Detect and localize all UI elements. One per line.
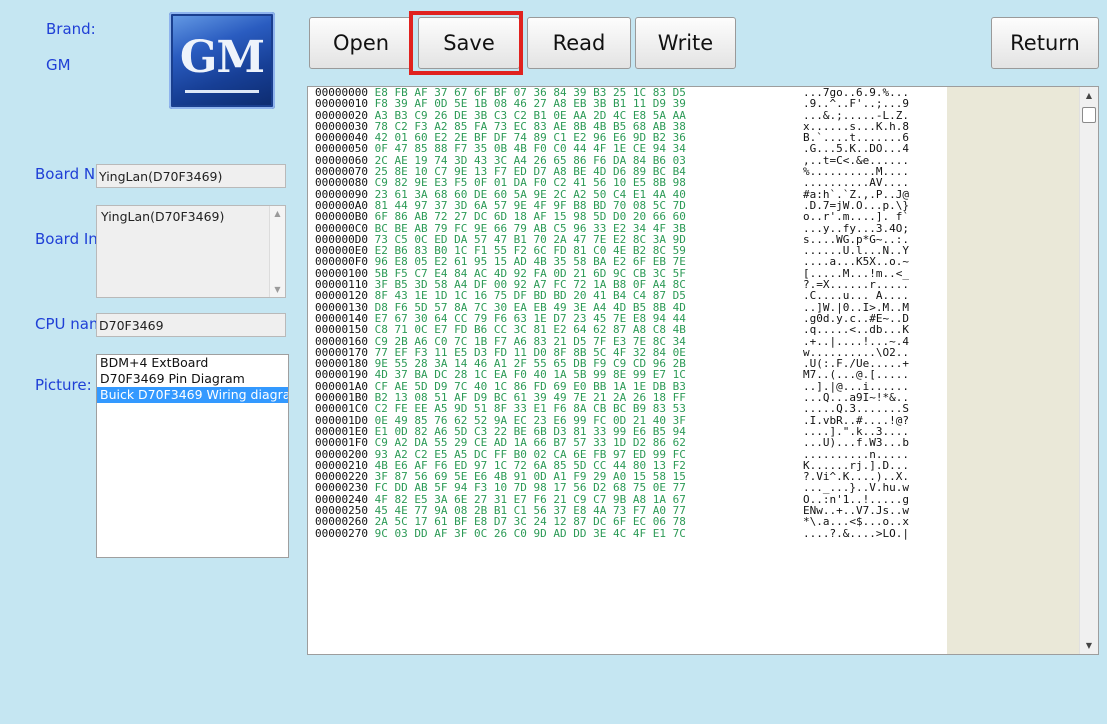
scroll-down-icon[interactable]: ▼ xyxy=(270,285,285,294)
write-button[interactable]: Write xyxy=(635,17,736,69)
ascii-column[interactable]: ...7go..6.9.%... .9..^..F'..;...9 ...&.;..… xyxy=(801,87,947,654)
scroll-up-icon[interactable]: ▲ xyxy=(270,209,285,218)
cpu-name-label: CPU nam xyxy=(35,315,104,333)
scroll-down-icon[interactable]: ▼ xyxy=(1080,641,1098,650)
board-info-memo[interactable]: YingLan(D70F3469) ▲ ▼ xyxy=(96,205,286,298)
brand-label: Brand: xyxy=(46,20,96,38)
return-button[interactable]: Return xyxy=(991,17,1099,69)
ascii-row: ..........AV.... xyxy=(803,176,909,190)
logo-underline xyxy=(185,90,259,93)
open-button[interactable]: Open xyxy=(309,17,413,69)
brand-value: GM xyxy=(46,56,71,74)
hex-viewer[interactable]: 00000000 E8 FB AF 37 67 6F BF 07 36 84 3… xyxy=(307,86,1099,655)
board-name-field[interactable]: YingLan(D70F3469) xyxy=(96,164,286,188)
board-info-text: YingLan(D70F3469) xyxy=(101,209,225,224)
picture-list-item-selected[interactable]: Buick D70F3469 Wiring diagran xyxy=(97,387,288,403)
ascii-row: o..r'.m....]. f` xyxy=(803,210,909,224)
hex-address: 00000270 xyxy=(315,526,368,540)
ascii-row: .q.....<..db...K xyxy=(803,323,909,337)
board-info-label: Board In xyxy=(35,230,98,248)
hex-scrollbar[interactable]: ▲ ▼ xyxy=(1079,87,1098,654)
ascii-row: *\.a...<$...o..x xyxy=(803,515,909,529)
ascii-row: ...U)...f.W3...b xyxy=(803,436,909,450)
picture-list-item[interactable]: BDM+4 ExtBoard xyxy=(97,355,288,371)
picture-label: Picture: xyxy=(35,376,92,394)
board-name-label: Board N xyxy=(35,165,96,183)
board-info-scrollbar[interactable]: ▲ ▼ xyxy=(269,206,285,297)
read-button[interactable]: Read xyxy=(527,17,631,69)
ascii-row: .9..^..F'..;...9 xyxy=(803,97,909,111)
hex-row: 00000270 9C 03 DD AF 3F 0C 26 C0 9D AD D… xyxy=(308,526,801,540)
ascii-row: .....Q.3.......S xyxy=(803,402,909,416)
hex-bytes-column[interactable]: 00000000 E8 FB AF 37 67 6F BF 07 36 84 3… xyxy=(308,87,801,654)
picture-list[interactable]: BDM+4 ExtBoard D70F3469 Pin Diagram Buic… xyxy=(96,354,289,558)
ascii-row: ..._...}..V.hu.w xyxy=(803,481,909,495)
gm-logo: GM xyxy=(169,12,275,109)
ascii-row: ....?.&....>LO.| xyxy=(803,526,909,540)
picture-list-item[interactable]: D70F3469 Pin Diagram xyxy=(97,371,288,387)
scrollbar-thumb[interactable] xyxy=(1082,107,1096,123)
scroll-up-icon[interactable]: ▲ xyxy=(1080,91,1098,100)
hex-bytes: 9C 03 DD AF 3F 0C 26 C0 9D AD DD 3E 4C 4… xyxy=(374,526,686,540)
save-highlight-box xyxy=(409,11,523,75)
cpu-name-field[interactable]: D70F3469 xyxy=(96,313,286,337)
ascii-row: .C....u... A.... xyxy=(803,289,909,303)
logo-text: GM xyxy=(179,32,265,83)
